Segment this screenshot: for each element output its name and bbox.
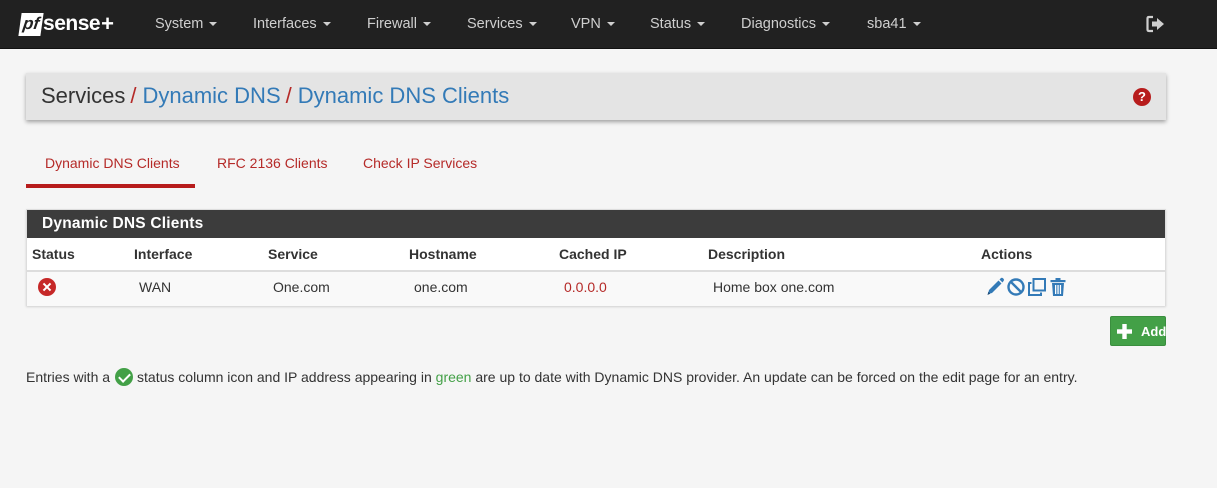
nav-menu-interfaces[interactable]: Interfaces [253, 0, 331, 49]
question-circle-icon[interactable]: ? [1133, 88, 1151, 106]
cell-description: Home box one.com [713, 279, 835, 295]
tab-dynamic-dns-clients[interactable]: Dynamic DNS Clients [26, 147, 195, 188]
caret-down-icon [528, 22, 537, 27]
cell-hostname: one.com [414, 279, 468, 295]
breadcrumb-panel: Services / Dynamic DNS / Dynamic DNS Clients… [26, 73, 1166, 120]
note-text-1: Entries with a [26, 369, 111, 385]
breadcrumb: Services / Dynamic DNS / Dynamic DNS Clients [41, 83, 509, 109]
nav-menu-label: Diagnostics [741, 16, 816, 32]
tab-rfc-2136-clients[interactable]: RFC 2136 Clients [217, 147, 328, 188]
ban-icon[interactable] [1006, 277, 1026, 297]
column-header-status: Status [32, 246, 75, 262]
caret-down-icon [322, 22, 331, 27]
nav-menu-label: Firewall [367, 16, 417, 32]
add-button-label: Add [1141, 324, 1167, 339]
nav-menu-user[interactable]: sba41 [867, 0, 921, 49]
pfsense-logo[interactable]: pf sense + [18, 10, 114, 38]
pencil-icon[interactable] [985, 277, 1005, 297]
tab-check-ip-services[interactable]: Check IP Services [363, 147, 477, 188]
column-header-hostname: Hostname [409, 246, 477, 262]
nav-menu-label: System [155, 16, 204, 32]
column-header-actions: Actions [981, 246, 1033, 262]
nav-menu-label: VPN [571, 16, 601, 32]
plus-icon [1117, 324, 1132, 339]
breadcrumb-root: Services [41, 83, 126, 108]
breadcrumb-link-dynamic-dns-clients[interactable]: Dynamic DNS Clients [298, 83, 510, 108]
nav-menu-label: Services [467, 16, 523, 32]
top-navbar: pf sense + System Interfaces Firewall Se… [0, 0, 1217, 49]
caret-down-icon [912, 22, 921, 27]
logo-plus: + [101, 11, 114, 36]
note-text-3: are up to date with Dynamic DNS provider… [475, 369, 1078, 385]
caret-down-icon [422, 22, 431, 27]
breadcrumb-separator: / [285, 83, 292, 108]
caret-down-icon [697, 22, 706, 27]
trash-icon[interactable] [1048, 277, 1068, 297]
logo-sense: sense [43, 12, 101, 35]
column-header-interface: Interface [134, 246, 193, 262]
tab-label: RFC 2136 Clients [217, 155, 328, 171]
status-legend-note: Entries with a status column icon and IP… [26, 368, 1077, 386]
nav-menu-diagnostics[interactable]: Diagnostics [741, 0, 830, 49]
nav-menu-label: Status [650, 16, 692, 32]
nav-menu-vpn[interactable]: VPN [571, 0, 615, 49]
nav-menu-status[interactable]: Status [650, 0, 706, 49]
sign-out-icon[interactable] [1146, 15, 1166, 33]
panel-title: Dynamic DNS Clients [27, 210, 1165, 238]
cell-service: One.com [273, 279, 330, 295]
nav-menu-firewall[interactable]: Firewall [367, 0, 431, 49]
nav-menu-label: sba41 [867, 16, 907, 32]
column-header-cached-ip: Cached IP [559, 246, 627, 262]
nav-menu-label: Interfaces [253, 16, 317, 32]
clone-icon[interactable] [1027, 277, 1047, 297]
caret-down-icon [209, 22, 218, 27]
note-green-word: green [435, 369, 472, 385]
cell-cached-ip: 0.0.0.0 [564, 279, 607, 295]
logo-pf: pf [18, 12, 44, 36]
cell-interface: WAN [139, 279, 172, 295]
dynamic-dns-clients-panel: Dynamic DNS Clients Status Interface Ser… [26, 209, 1166, 306]
check-circle-icon [115, 368, 134, 386]
nav-menu-system[interactable]: System [155, 0, 218, 49]
nav-menu-services[interactable]: Services [467, 0, 537, 49]
note-text-2: status column icon and IP address appear… [137, 369, 432, 385]
column-header-service: Service [268, 246, 318, 262]
column-header-description: Description [708, 246, 786, 262]
add-button[interactable]: Add [1110, 316, 1166, 346]
tab-label: Dynamic DNS Clients [45, 155, 180, 171]
breadcrumb-link-dynamic-dns[interactable]: Dynamic DNS [142, 83, 280, 108]
breadcrumb-separator: / [130, 83, 137, 108]
tab-label: Check IP Services [363, 155, 478, 171]
caret-down-icon [821, 22, 830, 27]
times-circle-icon [38, 278, 56, 296]
caret-down-icon [606, 22, 615, 27]
